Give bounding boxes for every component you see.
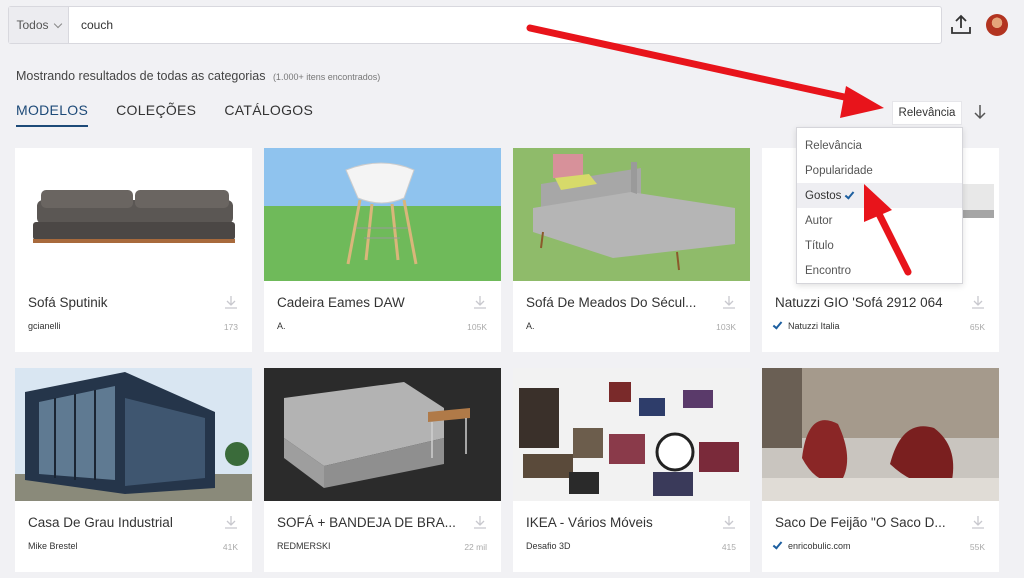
sort-option-titulo[interactable]: Título [797,233,962,258]
search-scope-dropdown[interactable]: Todos [9,7,69,43]
tab-modelos[interactable]: MODELOS [16,102,89,127]
model-thumbnail[interactable] [513,148,750,281]
verified-check-icon [772,538,783,550]
sort-option-relevancia[interactable]: Relevância [797,133,962,158]
model-thumbnail[interactable] [513,368,750,501]
model-title[interactable]: SOFÁ + BANDEJA DE BRA... [277,515,467,530]
tab-colecoes[interactable]: COLEÇÕES [116,102,196,127]
model-title[interactable]: Casa De Grau Industrial [28,515,218,530]
verified-check-icon [772,318,783,330]
model-title[interactable]: Sofá Sputinik [28,295,218,310]
model-thumbnail[interactable] [264,148,501,281]
download-icon[interactable] [223,514,239,530]
model-author[interactable]: Desafio 3D [526,541,571,551]
results-count: (1.000+ itens encontrados) [272,72,381,82]
sort-option-autor[interactable]: Autor [797,208,962,233]
download-count: 41K [222,542,238,552]
search-input[interactable] [81,18,881,32]
download-icon[interactable] [472,294,488,310]
sort-option-popularidade[interactable]: Popularidade [797,158,962,183]
model-card[interactable]: Casa De Grau Industrial Mike Brestel 41K [15,368,252,572]
sort-option-encontro[interactable]: Encontro [797,258,962,283]
download-count: 55K [969,542,985,552]
model-title[interactable]: Natuzzi GIO 'Sofá 2912 064 [775,295,965,310]
sort-dropdown: Relevância Popularidade Gostos Autor Tít… [796,127,963,284]
model-thumbnail[interactable] [264,368,501,501]
results-summary: Mostrando resultados de todas as categor… [16,69,380,83]
download-count: 173 [223,322,238,332]
model-author[interactable]: A. [277,321,286,331]
upload-icon[interactable] [948,12,974,38]
download-icon[interactable] [721,514,737,530]
model-card[interactable]: Sofá De Meados Do Sécul... A. 103K [513,148,750,352]
download-icon[interactable] [721,294,737,310]
tab-catalogos[interactable]: CATÁLOGOS [224,102,313,127]
annotation-arrow-head [840,86,884,118]
model-author[interactable]: REDMERSKI [277,541,331,551]
model-card[interactable]: Sofá Sputinik gcianelli 173 [15,148,252,352]
model-title[interactable]: Cadeira Eames DAW [277,295,467,310]
model-author[interactable]: enricobulic.com [772,538,851,551]
sort-option-gostos[interactable]: Gostos [797,183,962,208]
sort-button[interactable]: Relevância [892,101,962,125]
model-author[interactable]: gcianelli [28,321,61,331]
model-card[interactable]: Saco De Feijão "O Saco D... enricobulic.… [762,368,999,572]
download-count: 415 [721,542,736,552]
chevron-down-icon [53,19,62,28]
model-author[interactable]: A. [526,321,535,331]
model-thumbnail[interactable] [15,368,252,501]
model-title[interactable]: Sofá De Meados Do Sécul... [526,295,716,310]
download-count: 103K [716,322,736,332]
user-avatar[interactable] [986,14,1008,36]
model-card[interactable]: Cadeira Eames DAW A. 105K [264,148,501,352]
sort-direction-icon[interactable] [972,103,988,121]
model-thumbnail[interactable] [762,368,999,501]
model-title[interactable]: Saco De Feijão "O Saco D... [775,515,965,530]
search-bar: Todos [8,6,942,44]
search-scope-label: Todos [16,18,49,32]
model-card[interactable]: SOFÁ + BANDEJA DE BRA... REDMERSKI 22 mi… [264,368,501,572]
check-icon [845,188,855,200]
download-count: 65K [969,322,985,332]
model-title[interactable]: IKEA - Vários Móveis [526,515,716,530]
download-count: 22 mil [464,542,487,552]
download-count: 105K [467,322,487,332]
model-author[interactable]: Natuzzi Italia [772,318,840,331]
download-icon[interactable] [970,514,986,530]
results-text: Mostrando resultados de todas as categor… [16,69,266,83]
download-icon[interactable] [472,514,488,530]
download-icon[interactable] [970,294,986,310]
category-tabs: MODELOS COLEÇÕES CATÁLOGOS [16,102,341,127]
model-thumbnail[interactable] [15,148,252,281]
download-icon[interactable] [223,294,239,310]
model-card[interactable]: IKEA - Vários Móveis Desafio 3D 415 [513,368,750,572]
top-bar: Todos [0,0,1024,52]
model-author[interactable]: Mike Brestel [28,541,78,551]
